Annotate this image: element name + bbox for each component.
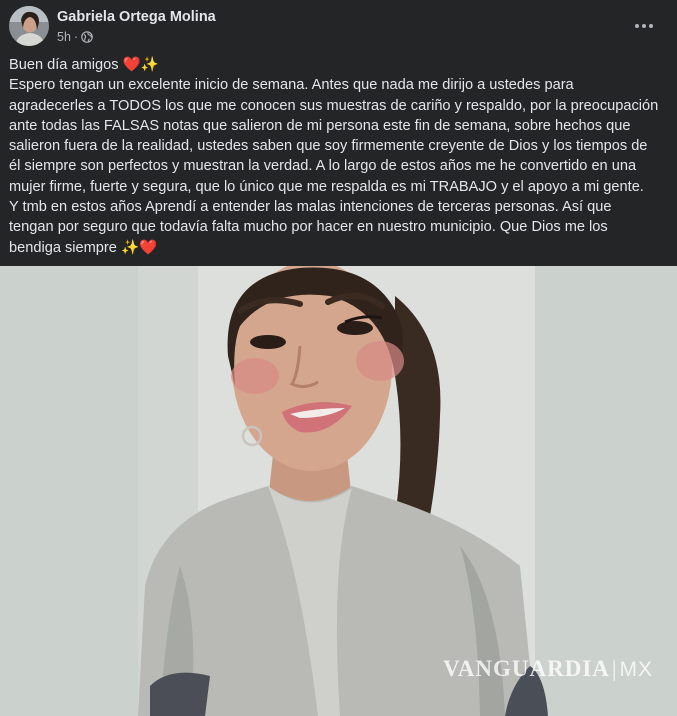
more-options-button[interactable] [628, 12, 660, 40]
post-meta: 5h · [57, 30, 93, 44]
watermark-brand: VANGUARDIA [443, 656, 610, 681]
post-text-line: salieron fuera de la realidad, ustedes s… [9, 138, 648, 155]
meta-separator: · [73, 30, 79, 44]
post-text-line: tengan por seguro que todavía falta much… [9, 219, 608, 236]
post-text-line: bendiga siempre ✨❤️ [9, 239, 158, 256]
post-header: Gabriela Ortega Molina 5h · [0, 0, 677, 52]
facebook-post: Gabriela Ortega Molina 5h · Buen día ami… [0, 0, 677, 716]
post-text-line: agradecerles a TODOS los que me conocen … [9, 97, 659, 114]
author-name[interactable]: Gabriela Ortega Molina [57, 9, 216, 25]
post-text-line: Espero tengan un excelente inicio de sem… [9, 77, 574, 94]
watermark-suffix: MX [619, 658, 653, 681]
post-text-line: mujer firme, fuerte y segura, que lo úni… [9, 178, 644, 195]
post-text: Buen día amigos ❤️✨ Espero tengan un exc… [9, 55, 669, 258]
post-text-line: Y tmb en estos años Aprendí a entender l… [9, 199, 612, 216]
post-text-line: Buen día amigos ❤️✨ [9, 57, 159, 73]
post-text-line: ante todas las FALSAS notas que salieron… [9, 117, 631, 134]
watermark-separator: | [611, 656, 618, 681]
more-options-icon [635, 24, 639, 28]
post-photo[interactable]: VANGUARDIA|MX [0, 266, 677, 716]
post-text-line: él siempre son perfectos y muestran la v… [9, 158, 637, 175]
post-time[interactable]: 5h [57, 30, 71, 44]
globe-icon [81, 31, 93, 43]
vanguardia-watermark: VANGUARDIA|MX [443, 656, 653, 682]
author-avatar[interactable] [9, 6, 49, 46]
